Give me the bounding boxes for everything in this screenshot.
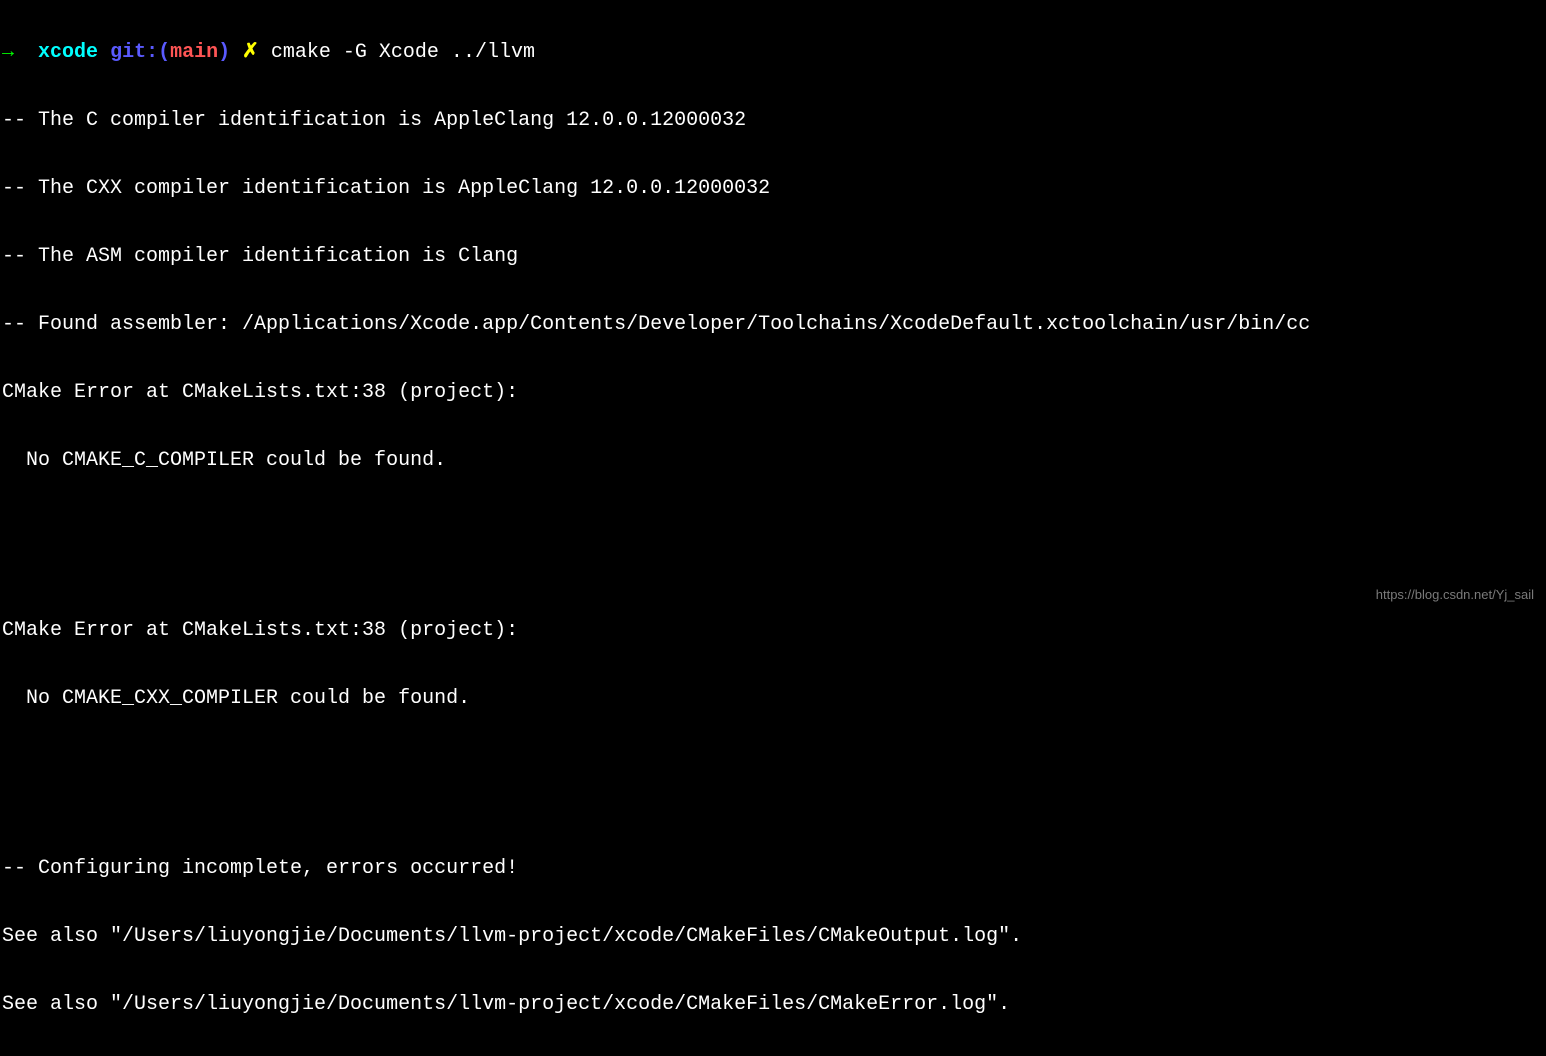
watermark-text: https://blog.csdn.net/Yj_sail — [1376, 584, 1534, 606]
output-line: -- Found assembler: /Applications/Xcode.… — [2, 308, 1544, 342]
output-line: See also "/Users/liuyongjie/Documents/ll… — [2, 920, 1544, 954]
prompt-git-branch: main — [170, 41, 218, 64]
output-line: -- The CXX compiler identification is Ap… — [2, 172, 1544, 206]
prompt-dirty-icon: ✗ — [242, 41, 259, 64]
prompt-directory: xcode — [38, 41, 98, 64]
error-detail-line: No CMAKE_C_COMPILER could be found. — [2, 444, 1544, 478]
error-line: CMake Error at CMakeLists.txt:38 (projec… — [2, 614, 1544, 648]
error-line: CMake Error at CMakeLists.txt:38 (projec… — [2, 376, 1544, 410]
output-line: -- Configuring incomplete, errors occurr… — [2, 852, 1544, 886]
terminal-output[interactable]: → xcode git:(main) ✗ cmake -G Xcode ../l… — [2, 2, 1544, 1056]
command-text: cmake -G Xcode ../llvm — [271, 41, 535, 64]
prompt-line: → xcode git:(main) ✗ cmake -G Xcode ../l… — [2, 36, 1544, 70]
prompt-arrow-icon: → — [2, 41, 14, 64]
error-detail-line: No CMAKE_CXX_COMPILER could be found. — [2, 682, 1544, 716]
prompt-git-close: ) — [218, 41, 230, 64]
prompt-git-label: git:( — [110, 41, 170, 64]
output-line: -- The ASM compiler identification is Cl… — [2, 240, 1544, 274]
output-line: -- The C compiler identification is Appl… — [2, 104, 1544, 138]
output-line: See also "/Users/liuyongjie/Documents/ll… — [2, 988, 1544, 1022]
